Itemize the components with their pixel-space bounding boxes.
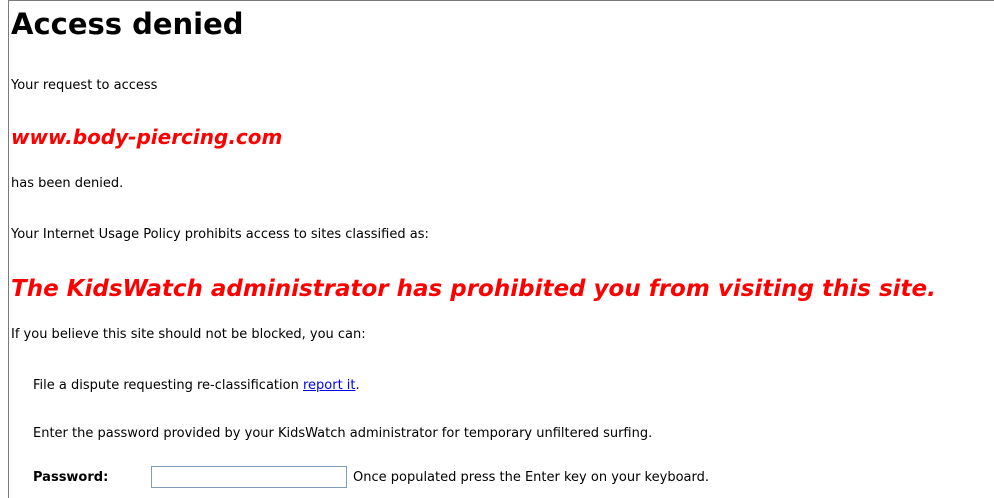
dispute-text: File a dispute requesting re-classificat… bbox=[33, 378, 299, 393]
policy-text: Your Internet Usage Policy prohibits acc… bbox=[11, 227, 429, 242]
block-reason: The KidsWatch administrator has prohibit… bbox=[11, 276, 936, 302]
page-title: Access denied bbox=[11, 7, 244, 41]
report-suffix: . bbox=[355, 378, 360, 393]
blocked-site-url: www.body-piercing.com bbox=[11, 125, 283, 149]
password-input[interactable] bbox=[151, 466, 347, 488]
denied-text: has been denied. bbox=[11, 176, 124, 191]
password-label: Password: bbox=[33, 469, 109, 485]
password-instruction: Enter the password provided by your Kids… bbox=[33, 426, 653, 441]
password-row: Password: Once populated press the Enter… bbox=[33, 465, 709, 489]
believe-text: If you believe this site should not be b… bbox=[11, 327, 366, 342]
report-it-link[interactable]: report it bbox=[303, 378, 356, 393]
password-hint: Once populated press the Enter key on yo… bbox=[353, 469, 709, 485]
content-frame: Access denied Your request to access www… bbox=[8, 0, 994, 498]
dispute-line: File a dispute requesting re-classificat… bbox=[33, 377, 360, 395]
request-text: Your request to access bbox=[11, 78, 158, 93]
